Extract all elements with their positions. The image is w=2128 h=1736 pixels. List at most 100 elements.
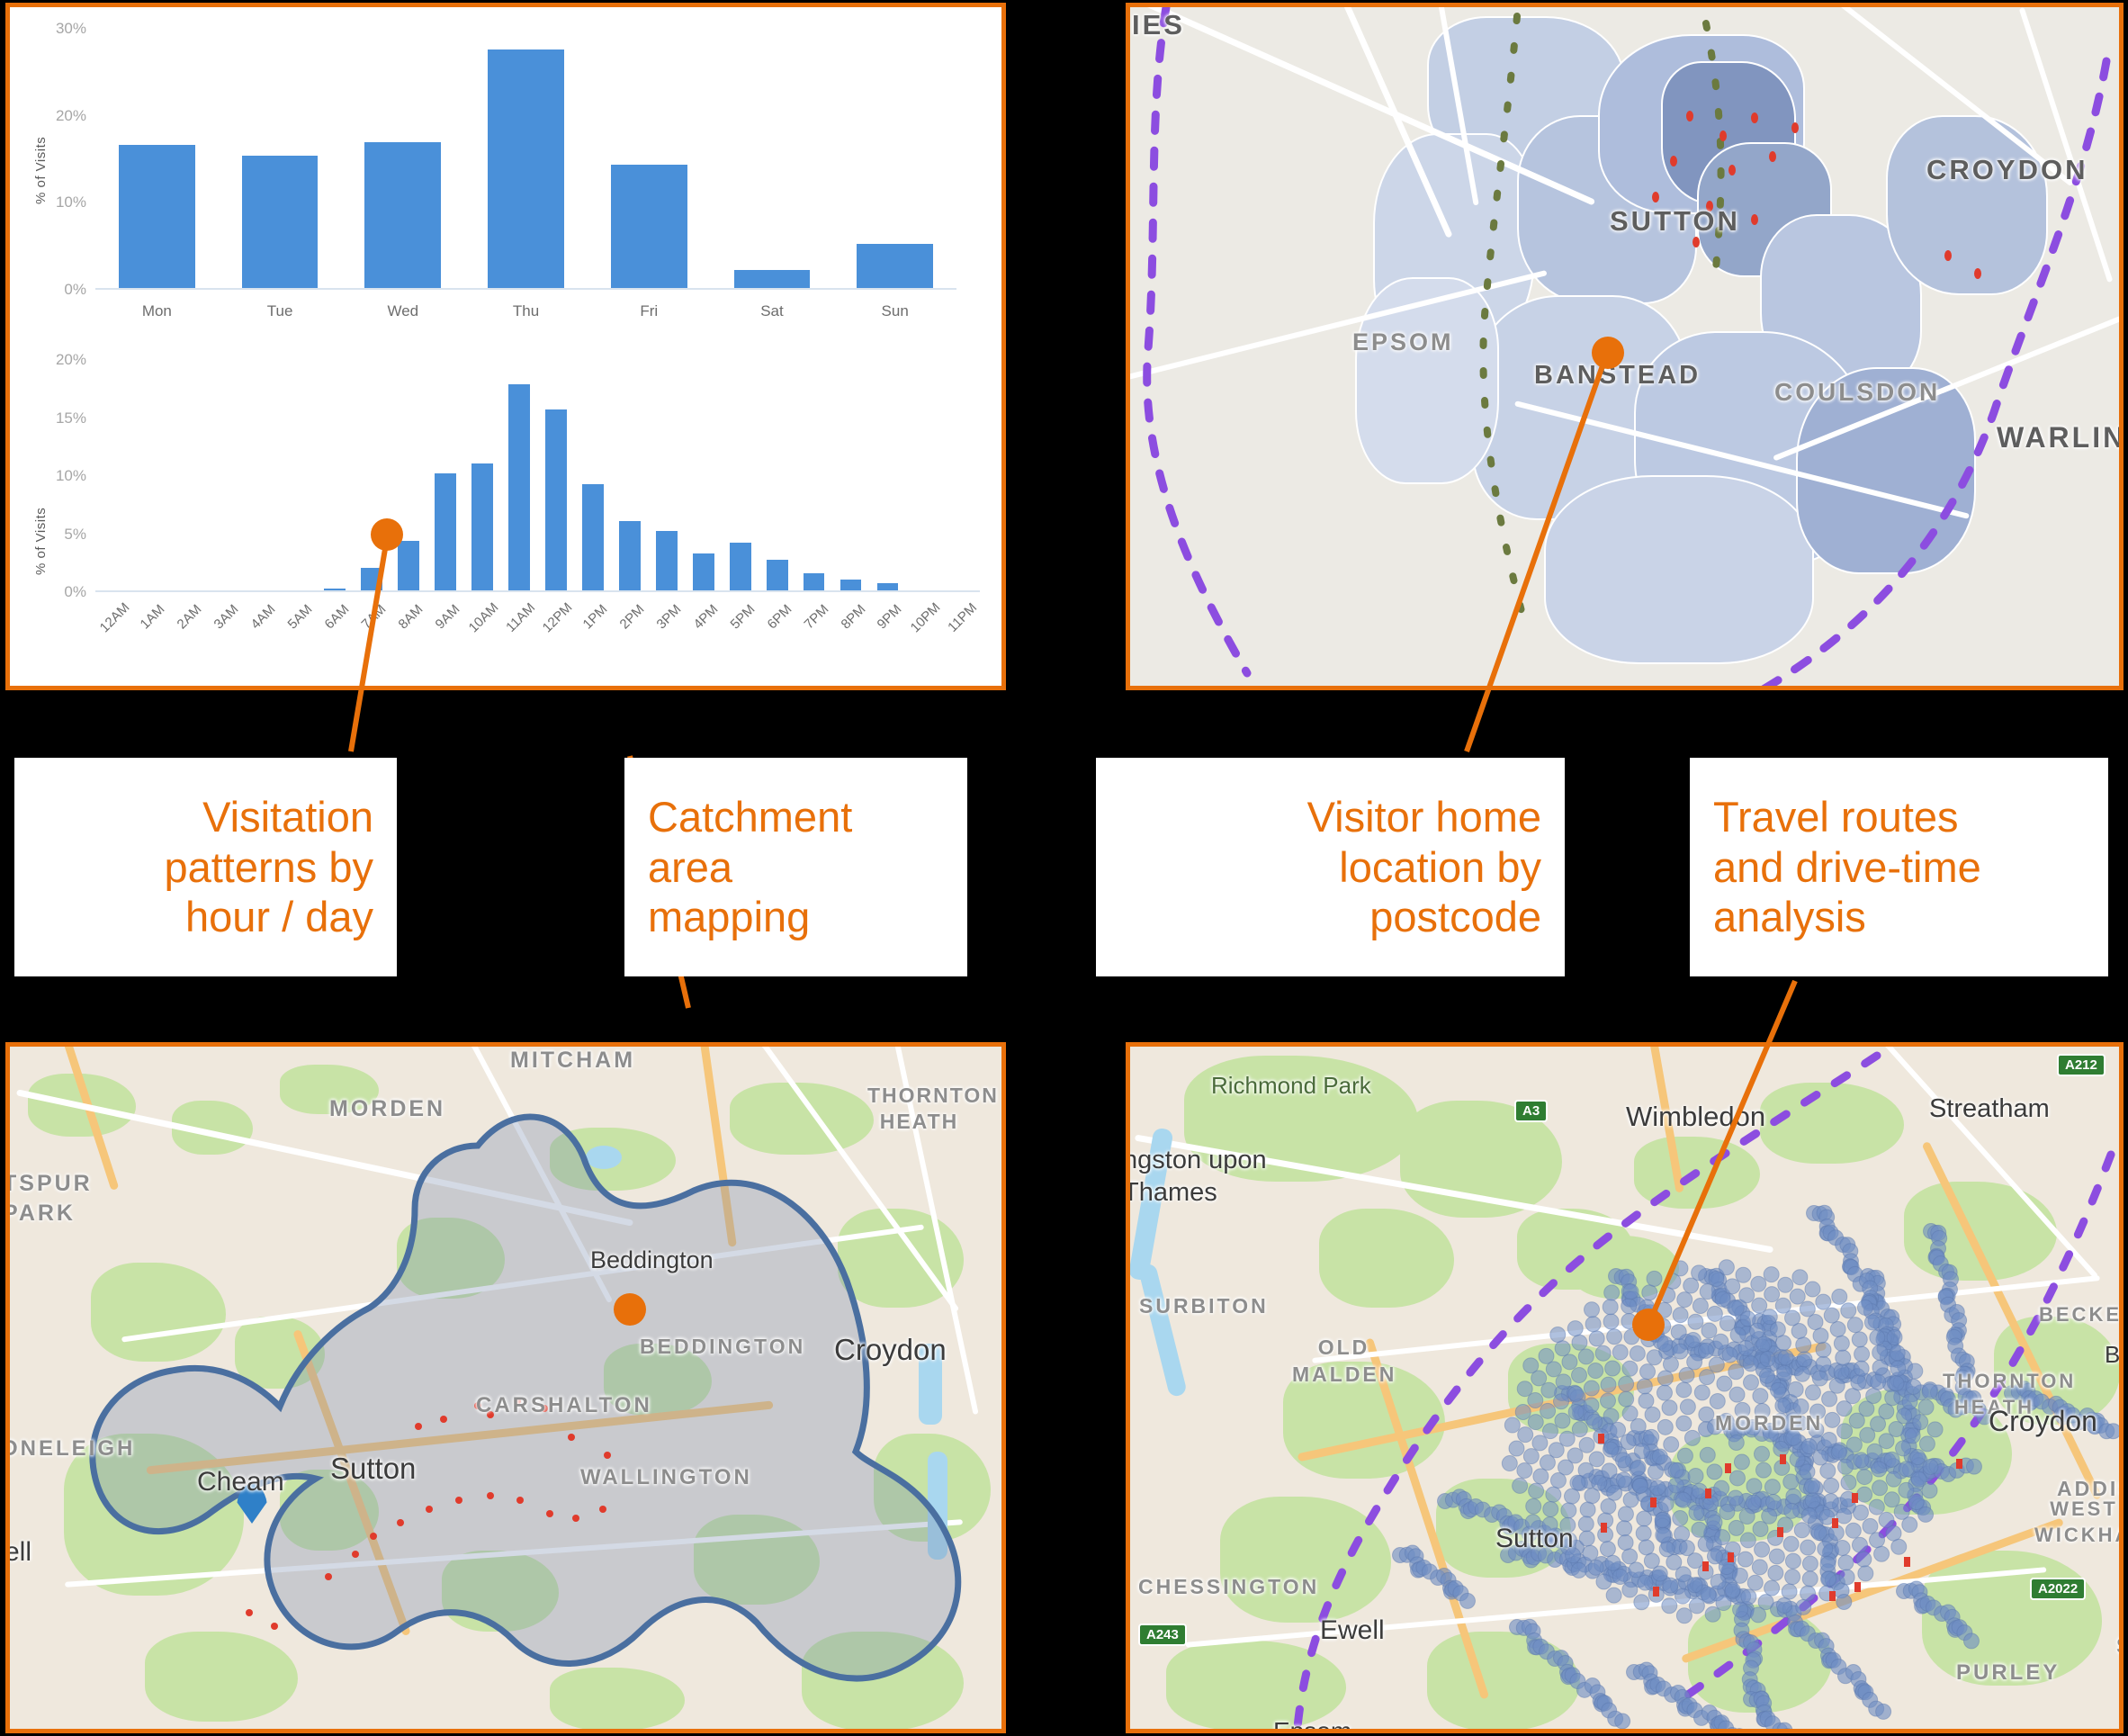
road-shield-a212: A212	[2057, 1054, 2106, 1076]
postcode-choropleth-map[interactable]: IES SUTTON CROYDON EPSOM BANSTEAD COULSD…	[1126, 3, 2124, 690]
x-tick-label: 1AM	[138, 601, 168, 633]
map-label-epsom: EPSOM	[1352, 328, 1454, 355]
map-label-wallington: WALLINGTON	[580, 1465, 752, 1489]
x-tick-label: 10AM	[465, 599, 502, 636]
map-label-warlingham: WARLIN	[1997, 421, 2124, 454]
map-label-chessington: CHESSINGTON	[1138, 1575, 1320, 1598]
bar	[118, 144, 195, 290]
bar-cell	[759, 360, 795, 592]
bar	[610, 164, 687, 290]
map-label-selsdon: SELSDON	[2116, 1634, 2119, 1660]
chart-dow-ylabel: % of Visits	[33, 136, 49, 204]
bar-cell	[243, 360, 280, 592]
map-label-morden: MORDEN	[1715, 1411, 1824, 1435]
map-label-sutton: Sutton	[1495, 1524, 1574, 1553]
x-tick-label: Mon	[141, 302, 172, 319]
bar	[733, 269, 811, 290]
road-shield-a3: A3	[1514, 1100, 1549, 1122]
travel-routes-map[interactable]: A212 A3 A243 A2022 A22 Richmond Park Wim…	[1126, 1042, 2124, 1733]
callout-line: postcode	[1369, 893, 1541, 941]
chart-hour-xlabels: 12AM 1AM 2AM 3AM 4AM 5AM 6AM 7AM 8AM 9AM 10AM 11AM 1…	[95, 599, 981, 659]
bar	[508, 384, 530, 592]
bar-cell	[132, 360, 169, 592]
bar-cell	[648, 360, 685, 592]
y-tick-label: 20%	[55, 351, 86, 368]
bar	[857, 243, 934, 290]
map-label-coulsdon: COULSDON	[1774, 378, 1941, 406]
y-tick-label: 15%	[55, 409, 86, 427]
chart-visits-by-day: % of Visits 0% 10% 20% 30% Mon Tue Wed Thu Fri S…	[10, 11, 1001, 342]
bar	[655, 530, 678, 592]
bar-cell	[906, 360, 943, 592]
x-tick-label: 7AM	[358, 601, 390, 633]
map-label-surbiton: SURBITON	[1139, 1294, 1269, 1318]
x-tick-label: 3PM	[653, 601, 685, 633]
map-label-streatham: Streatham	[1929, 1094, 2050, 1123]
bar	[361, 567, 383, 592]
bar	[241, 156, 319, 290]
bar	[471, 463, 493, 592]
bar-cell	[832, 360, 869, 592]
x-tick-label: 11PM	[945, 599, 981, 635]
map-label-beddington-town: Beddington	[590, 1246, 714, 1273]
map-label-morden: MORDEN	[329, 1096, 446, 1121]
map-label-ies: IES	[1132, 9, 1185, 40]
x-tick-label: Fri	[640, 302, 659, 319]
y-tick-label: 0%	[64, 583, 86, 600]
map-label-oneleigh: ONELEIGH	[5, 1436, 136, 1461]
bar-cell	[685, 360, 722, 592]
bar	[766, 559, 788, 592]
x-tick-label: 9PM	[875, 601, 905, 633]
bar	[545, 409, 567, 592]
chart-visits-by-hour: % of Visits 0% 5% 10% 15% 20% 12AM 1AM 2AM 3AM 4…	[10, 346, 1001, 686]
catchment-area-map[interactable]: MITCHAM MORDEN THORNTON HEATH TSPUR PARK…	[5, 1042, 1006, 1733]
callout-visitation-patterns: Visitation patterns by hour / day	[14, 758, 397, 976]
callout-line: Catchment	[648, 793, 853, 841]
map-label-ell: ell	[5, 1537, 32, 1567]
x-tick-label: 8AM	[395, 601, 426, 633]
visitation-charts-panel: % of Visits 0% 10% 20% 30% Mon Tue Wed Thu Fri S…	[5, 3, 1006, 690]
leader-endpoint-postcode	[1592, 337, 1624, 369]
callout-line: hour / day	[184, 893, 373, 941]
map-label-thornton-heath: THORNTON HEATH	[867, 1084, 999, 1133]
map-label-croydon: Croydon	[1989, 1405, 2097, 1437]
x-tick-label: 12PM	[539, 599, 576, 636]
bar-cell	[588, 29, 711, 290]
x-tick-label: 1PM	[579, 601, 611, 633]
map-label-richmond-park: Richmond Park	[1211, 1072, 1371, 1099]
bar-cell	[280, 360, 317, 592]
chart-dow-xlabels: Mon Tue Wed Thu Fri Sat Sun	[95, 302, 956, 320]
map-label-old-malden: OLD MALDEN	[1292, 1336, 1397, 1386]
callout-line: area	[648, 842, 733, 891]
slide-canvas: % of Visits 0% 10% 20% 30% Mon Tue Wed Thu Fri S…	[0, 0, 2128, 1736]
x-tick-label: 10PM	[908, 599, 944, 636]
callout-line: patterns by	[164, 842, 373, 891]
x-tick-label: 6AM	[321, 601, 353, 633]
map-label-ewell: Ewell	[1320, 1615, 1385, 1645]
y-tick-label: 5%	[64, 525, 86, 543]
bar-cell	[169, 360, 206, 592]
y-tick-label: 0%	[64, 281, 86, 298]
bar	[692, 553, 714, 592]
map-label-croydon: Croydon	[834, 1333, 947, 1366]
x-tick-label: 4PM	[690, 601, 722, 633]
bar-cell	[317, 360, 354, 592]
y-tick-label: 10%	[55, 193, 86, 211]
bar-cell	[206, 360, 243, 592]
chart-hour-ylabel: % of Visits	[33, 507, 49, 575]
x-tick-label: 5PM	[727, 601, 759, 633]
bar-cell	[464, 360, 501, 592]
bar-cell	[95, 360, 132, 592]
callout-line: mapping	[648, 893, 811, 941]
map-label-kingston-thames: ngston upon Thames	[1126, 1146, 1267, 1208]
bar	[581, 484, 604, 592]
bar	[488, 49, 564, 290]
map-label-br: Br	[2105, 1341, 2121, 1368]
x-tick-label: Tue	[266, 302, 293, 319]
map-label-croydon: CROYDON	[1926, 154, 2088, 185]
y-tick-label: 20%	[55, 106, 86, 124]
bar-cell	[711, 29, 834, 290]
road-shield-a243: A243	[1138, 1624, 1187, 1646]
callout-line: analysis	[1713, 893, 1866, 941]
x-tick-label: Sun	[881, 302, 909, 319]
